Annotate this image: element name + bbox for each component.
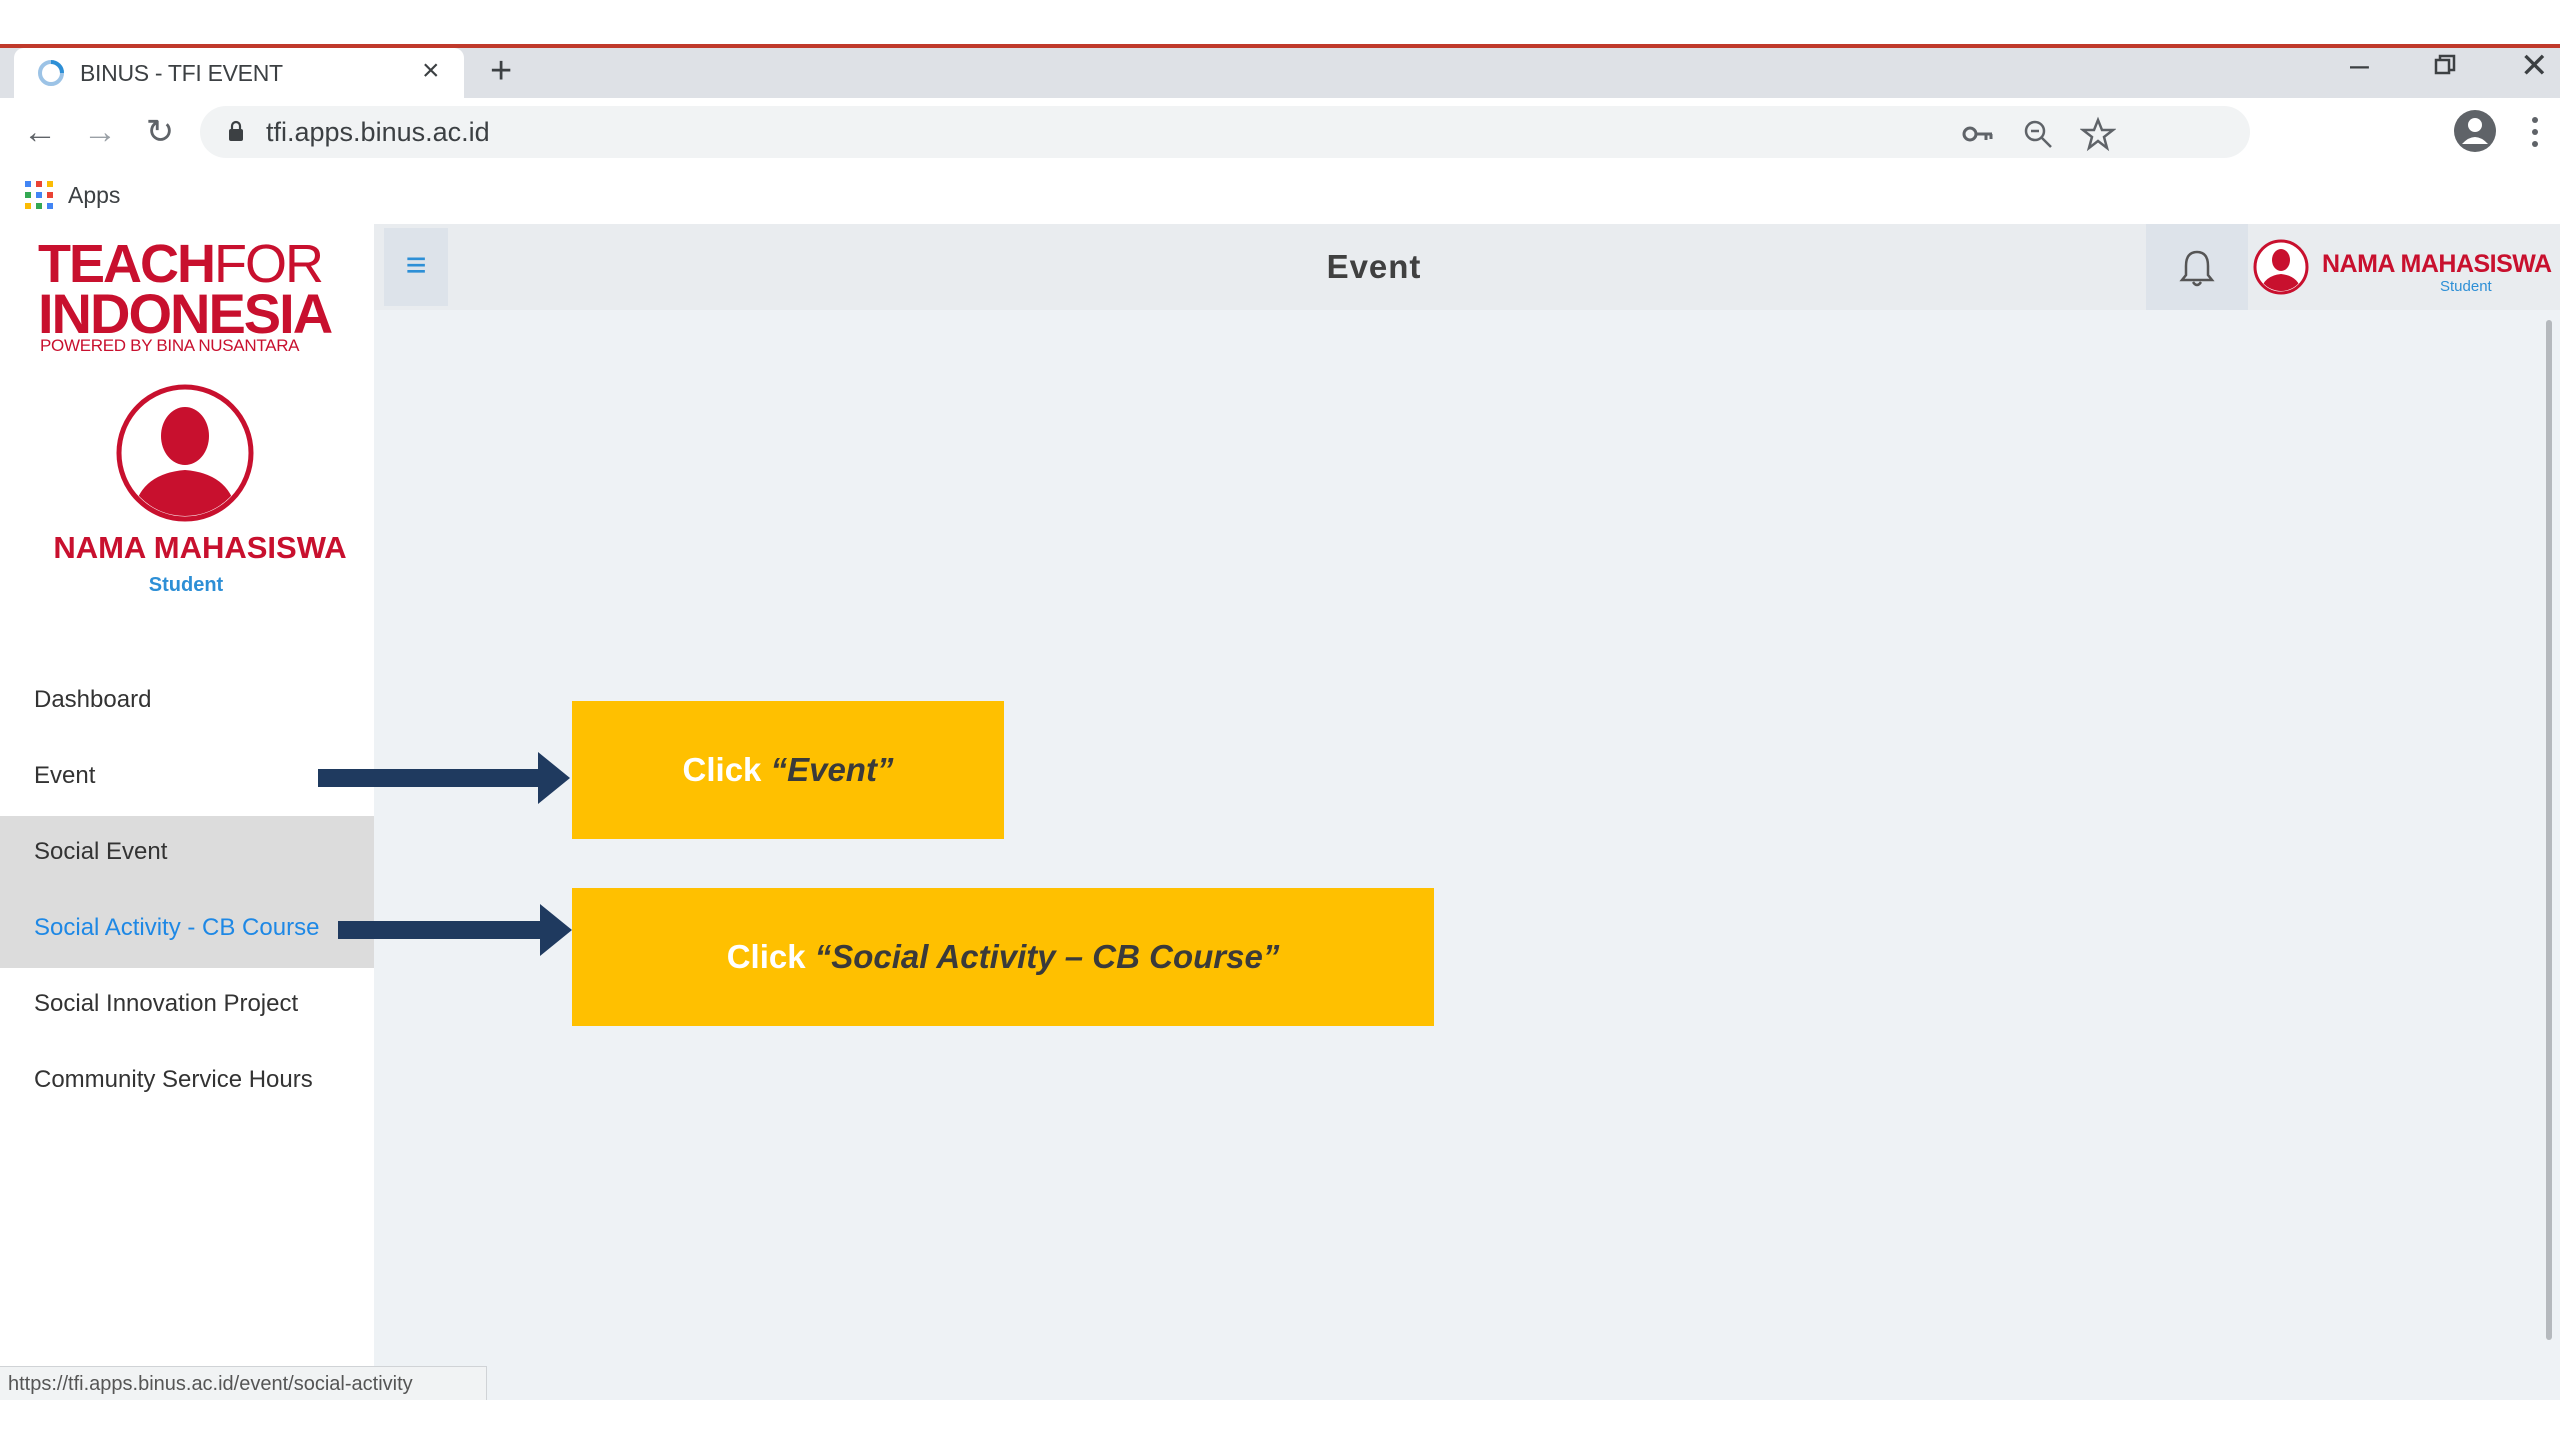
browser-tab-strip: BINUS - TFI EVENT × + – ✕ <box>0 46 2560 98</box>
header-avatar[interactable] <box>2252 238 2310 296</box>
notifications-button[interactable] <box>2146 224 2248 310</box>
key-icon[interactable] <box>1960 116 1996 152</box>
arrow-to-event-icon <box>318 752 570 804</box>
callout1-target: “Event” <box>770 751 894 788</box>
bell-icon <box>2179 250 2215 287</box>
arrow-to-social-activity-icon <box>338 904 572 956</box>
url-text: tfi.apps.binus.ac.id <box>266 117 490 147</box>
apps-bookmark[interactable]: Apps <box>68 182 120 209</box>
more-menu-icon[interactable] <box>2528 114 2542 150</box>
sidebar-item-dashboard[interactable]: Dashboard <box>0 664 374 740</box>
loading-icon <box>38 60 64 86</box>
callout2-prefix: Click <box>726 938 815 975</box>
sidebar: TEACHFOR INDONESIA POWERED BY BINA NUSAN… <box>0 224 374 1400</box>
logo-tagline: POWERED BY BINA NUSANTARA <box>40 336 300 355</box>
callout1-prefix: Click <box>682 751 771 788</box>
link-status-bubble: https://tfi.apps.binus.ac.id/event/socia… <box>0 1366 487 1402</box>
tab-title: BINUS - TFI EVENT <box>80 60 283 86</box>
tab-close-icon[interactable]: × <box>422 54 440 88</box>
forward-icon[interactable]: → <box>78 110 122 154</box>
restore-icon[interactable] <box>2434 54 2456 76</box>
callout2-target: “Social Activity – CB Course” <box>814 938 1280 975</box>
status-url: https://tfi.apps.binus.ac.id/event/socia… <box>8 1373 413 1395</box>
bookmark-star-icon[interactable] <box>2080 116 2116 152</box>
sidebar-item-social-activity-cb-course[interactable]: Social Activity - CB Course <box>0 892 374 968</box>
sidebar-item-label: Event <box>34 762 96 789</box>
user-name: NAMA MAHASISWA <box>53 530 347 565</box>
window-close-icon[interactable]: ✕ <box>2520 46 2549 86</box>
callout-click-social-activity: Click “Social Activity – CB Course” <box>572 888 1434 1026</box>
minimize-icon[interactable]: – <box>2350 46 2369 85</box>
sidebar-item-label: Dashboard <box>34 686 152 713</box>
address-bar[interactable]: tfi.apps.binus.ac.id <box>200 106 2250 158</box>
sidebar-item-label: Social Event <box>34 838 168 865</box>
sidebar-item-label: Social Activity - CB Course <box>34 914 320 941</box>
new-tab-icon[interactable]: + <box>490 50 512 93</box>
menu-toggle-icon[interactable]: ≡ <box>384 228 448 306</box>
profile-icon[interactable] <box>2452 108 2498 154</box>
browser-toolbar: ← → ↻ tfi.apps.binus.ac.id <box>0 98 2560 168</box>
lock-icon <box>229 120 243 141</box>
zoom-icon[interactable] <box>2020 116 2056 152</box>
apps-grid-icon[interactable] <box>24 180 54 210</box>
sidebar-item-community-service-hours[interactable]: Community Service Hours <box>0 1044 374 1120</box>
bookmarks-bar: Apps <box>0 168 2560 224</box>
user-role: Student <box>148 574 224 596</box>
sidebar-item-label: Community Service Hours <box>34 1066 313 1093</box>
top-header: ≡ Event NAMA MAHASISWA Student <box>374 224 2560 310</box>
app-viewport: TEACHFOR INDONESIA POWERED BY BINA NUSAN… <box>0 224 2560 1400</box>
sidebar-item-label: Social Innovation Project <box>34 990 299 1017</box>
callout-click-event: Click “Event” <box>572 701 1004 839</box>
bottom-margin <box>0 1400 2560 1440</box>
sidebar-item-social-innovation-project[interactable]: Social Innovation Project <box>0 968 374 1044</box>
teach-for-indonesia-logo[interactable]: TEACHFOR INDONESIA POWERED BY BINA NUSAN… <box>38 236 348 356</box>
header-user-role: Student <box>2440 278 2492 295</box>
back-icon[interactable]: ← <box>18 110 62 154</box>
header-user-name[interactable]: NAMA MAHASISWA <box>2322 250 2552 279</box>
page-title: Event <box>1326 248 1422 285</box>
sidebar-item-social-event[interactable]: Social Event <box>0 816 374 892</box>
browser-tab[interactable]: BINUS - TFI EVENT × <box>14 48 464 98</box>
avatar <box>116 384 254 522</box>
logo-indonesia: INDONESIA <box>38 282 333 345</box>
page-scrollbar[interactable] <box>2546 320 2552 1340</box>
reload-icon[interactable]: ↻ <box>138 110 182 154</box>
